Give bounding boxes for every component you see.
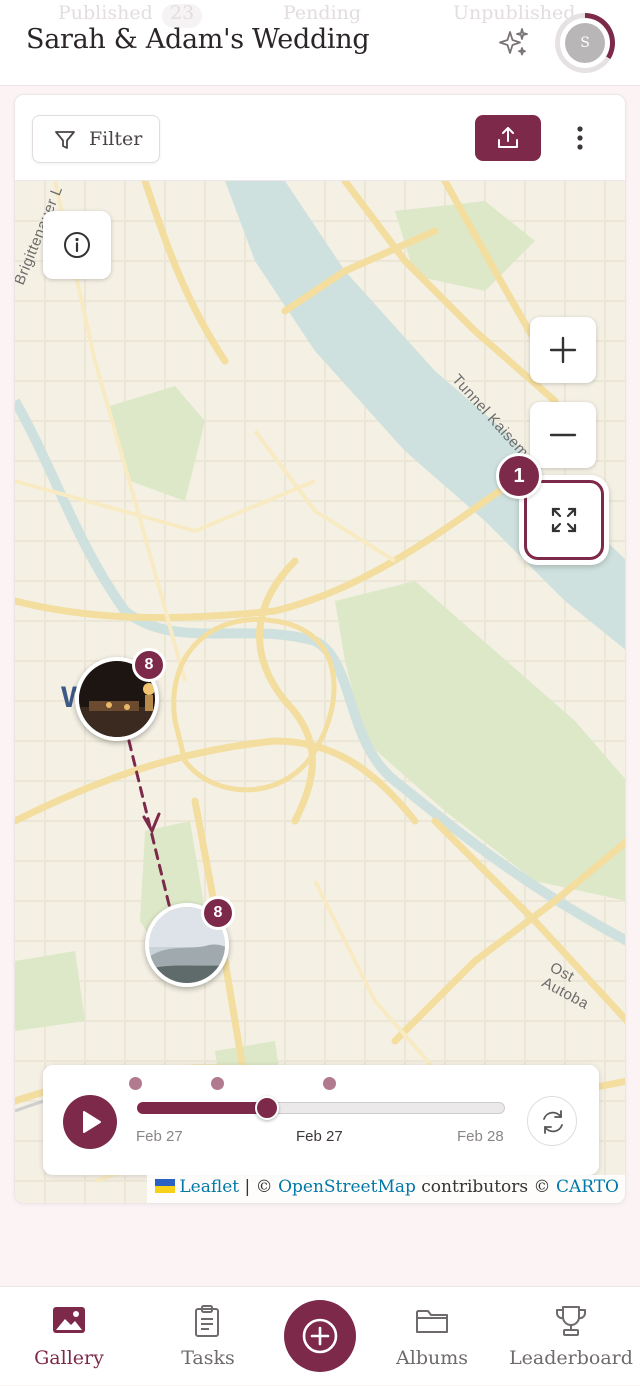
fullscreen-icon [551,507,577,533]
image-icon [53,1307,85,1333]
play-button[interactable] [63,1095,117,1149]
reset-timeline-button[interactable] [527,1096,577,1146]
tab-published-count: 23 [170,2,195,24]
upload-icon [498,127,518,148]
folder-icon [416,1310,448,1333]
onboarding-step-badge: 1 [496,453,542,499]
attribution-separator: | © [239,1177,279,1197]
more-options-button[interactable] [565,121,595,155]
map-view[interactable]: Brigittenauer L Tunnel Kaisem Ost Autoba… [15,181,625,1203]
nav-gallery-label: Gallery [34,1347,104,1369]
add-photo-button[interactable] [284,1300,356,1372]
nav-albums[interactable]: Albums [368,1287,496,1386]
carto-link[interactable]: CARTO [556,1177,619,1197]
map-card: Filter Brigittenauer L Tunnel Kaisem Ost… [14,94,626,1204]
page-title: Sarah & Adam's Wedding [26,24,370,55]
upload-button[interactable] [475,115,541,161]
openstreetmap-link[interactable]: OpenStreetMap [278,1177,416,1197]
info-icon [64,232,90,258]
plus-icon [549,336,577,364]
ukraine-flag-icon [155,1179,176,1193]
trophy-icon [556,1306,586,1336]
nav-tasks-label: Tasks [181,1347,235,1369]
nav-albums-label: Albums [396,1347,468,1369]
filter-label: Filter [89,128,143,150]
sparkle-icon[interactable] [496,26,530,60]
nav-gallery[interactable]: Gallery [5,1287,133,1386]
leaflet-link[interactable]: Leaflet [179,1177,239,1197]
play-icon [83,1111,101,1133]
timeline-event-dot [211,1077,224,1090]
bottom-navigation: Gallery Tasks Albums Leaderboard [0,1286,640,1385]
avatar-progress-ring[interactable]: S [555,13,615,73]
filter-button[interactable]: Filter [32,115,160,163]
timeline-player: Feb 27 Feb 27 Feb 28 [43,1065,599,1175]
zoom-in-button[interactable] [530,317,596,383]
tab-unpublished[interactable]: Unpublished [453,2,575,24]
add-circle-icon [302,1318,338,1354]
tab-pending[interactable]: Pending [283,2,361,24]
timeline-start-label: Feb 27 [136,1128,183,1145]
clipboard-icon [195,1305,219,1337]
minus-icon [549,433,577,437]
nav-leaderboard-label: Leaderboard [509,1347,633,1369]
avatar: S [565,23,605,63]
info-button[interactable] [43,211,111,279]
timeline-event-dot [129,1077,142,1090]
timeline-current-label: Feb 27 [296,1128,343,1145]
zoom-out-button[interactable] [530,402,596,468]
timeline-slider[interactable] [137,1096,505,1120]
more-vertical-icon [577,126,583,150]
cluster-count-badge: 8 [132,648,166,682]
nav-tasks[interactable]: Tasks [144,1287,272,1386]
map-toolbar: Filter [15,95,625,181]
filter-icon [55,131,75,149]
timeline-handle[interactable] [254,1096,279,1120]
attribution-contributors: contributors © [415,1177,556,1197]
tab-published[interactable]: Published [58,2,153,24]
timeline-event-dot [323,1077,336,1090]
map-attribution: Leaflet | © OpenStreetMap contributors ©… [147,1175,625,1203]
cluster-count-badge: 8 [201,896,235,930]
refresh-icon [543,1110,563,1134]
timeline-progress [137,1102,268,1114]
timeline-end-label: Feb 28 [457,1128,504,1145]
nav-leaderboard[interactable]: Leaderboard [507,1287,635,1386]
app-header: Published 23 Pending Unpublished Sarah &… [0,0,640,86]
